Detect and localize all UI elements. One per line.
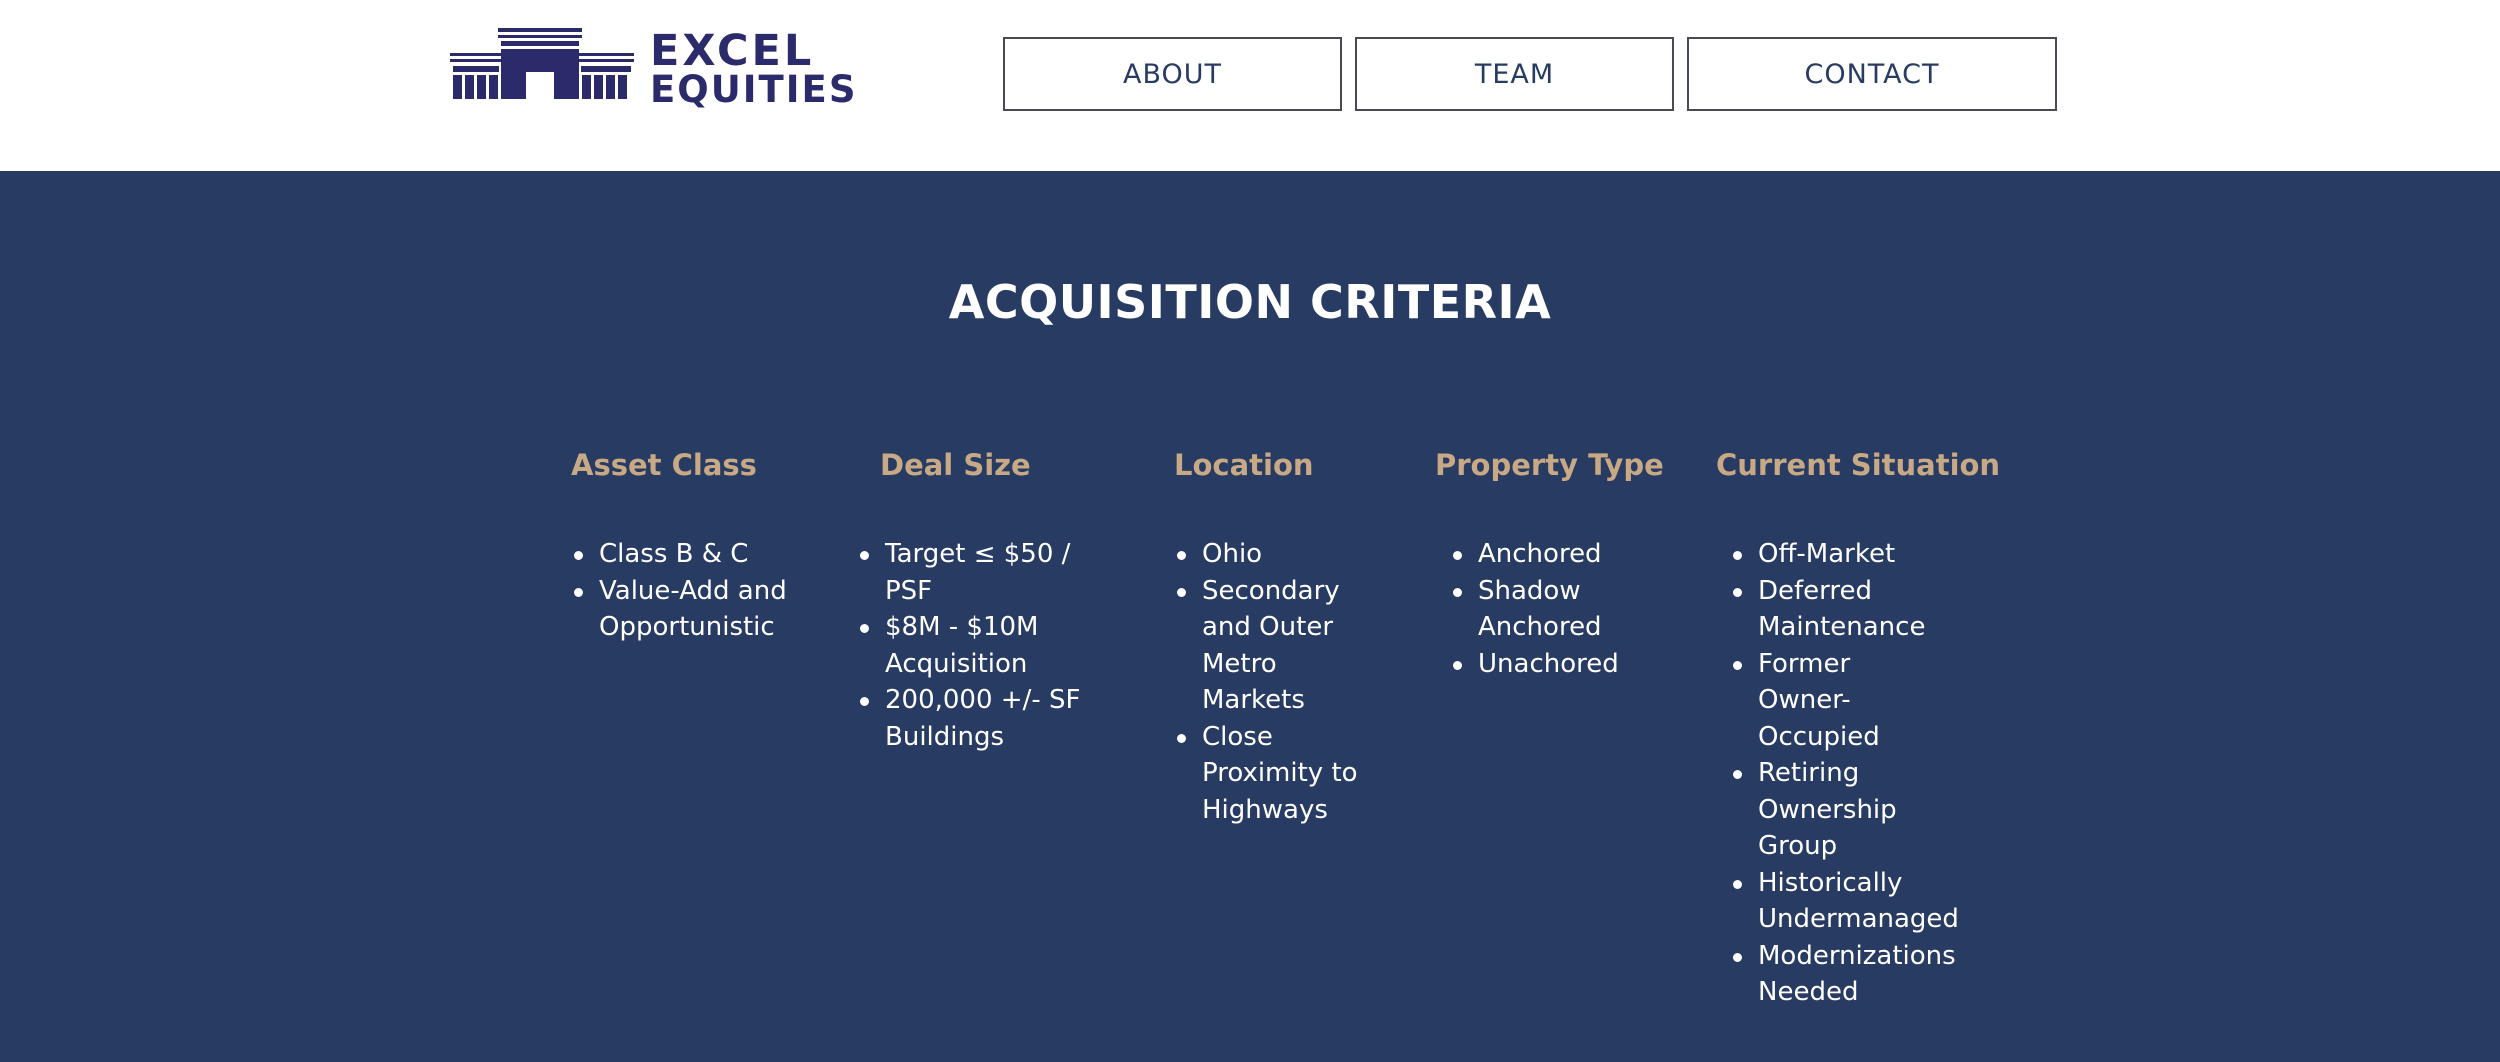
building-logo-icon	[450, 28, 634, 99]
list-item: Secondary and Outer Metro Markets	[1174, 573, 1374, 719]
criteria-column-deal-size: Deal Size Target ≤ $50 / PSF $8M - $10M …	[857, 448, 1107, 755]
list-item: Target ≤ $50 / PSF	[857, 536, 1107, 609]
criteria-column-property-type: Property Type Anchored Shadow Anchored U…	[1435, 448, 1680, 682]
section-title: ACQUISITION CRITERIA	[948, 275, 1552, 329]
site-header: EXCEL EQUITIES ABOUT TEAM CONTACT	[0, 0, 2500, 171]
list-item: Anchored	[1450, 536, 1680, 573]
column-heading: Asset Class	[571, 448, 757, 482]
list-item: $8M - $10M Acquisition	[857, 609, 1107, 682]
list-item: Shadow Anchored	[1450, 573, 1680, 646]
column-heading: Property Type	[1435, 448, 1664, 482]
nav-team-button[interactable]: TEAM	[1355, 37, 1674, 111]
list-item: Modernizations Needed	[1730, 938, 1956, 1011]
criteria-column-current-situation: Current Situation Off-Market Deferred Ma…	[1716, 448, 2001, 1011]
column-heading: Current Situation	[1716, 448, 2001, 482]
criteria-list: Ohio Secondary and Outer Metro Markets C…	[1174, 536, 1374, 828]
list-item: Deferred Maintenance	[1730, 573, 1946, 646]
logo-line-2: EQUITIES	[650, 68, 858, 111]
list-item: 200,000 +/- SF Buildings	[857, 682, 1107, 755]
list-item: Unachored	[1450, 646, 1680, 683]
criteria-list: Target ≤ $50 / PSF $8M - $10M Acquisitio…	[857, 536, 1107, 755]
list-item: Close Proximity to Highways	[1174, 719, 1374, 829]
list-item: Off-Market	[1730, 536, 1946, 573]
criteria-list: Class B & C Value-Add and Opportunistic	[571, 536, 811, 646]
column-heading: Deal Size	[880, 448, 1031, 482]
criteria-column-asset-class: Asset Class Class B & C Value-Add and Op…	[571, 448, 811, 646]
acquisition-criteria-section: ACQUISITION CRITERIA Asset Class Class B…	[0, 171, 2500, 1062]
criteria-list: Off-Market Deferred Maintenance Former O…	[1716, 536, 1959, 1011]
logo-line-1: EXCEL	[650, 26, 815, 76]
nav-about-button[interactable]: ABOUT	[1003, 37, 1342, 111]
criteria-column-location: Location Ohio Secondary and Outer Metro …	[1174, 448, 1374, 828]
list-item: Value-Add and Opportunistic	[571, 573, 811, 646]
list-item: Ohio	[1174, 536, 1374, 573]
list-item: Historically Undermanaged	[1730, 865, 1959, 938]
criteria-list: Anchored Shadow Anchored Unachored	[1435, 536, 1680, 682]
list-item: Retiring Ownership Group	[1730, 755, 1946, 865]
list-item: Class B & C	[571, 536, 811, 573]
logo-wordmark: EXCEL EQUITIES	[650, 26, 858, 111]
nav-contact-button[interactable]: CONTACT	[1687, 37, 2057, 111]
site-logo[interactable]: EXCEL EQUITIES	[450, 28, 855, 108]
column-heading: Location	[1174, 448, 1314, 482]
list-item: Former Owner-Occupied	[1730, 646, 1946, 756]
